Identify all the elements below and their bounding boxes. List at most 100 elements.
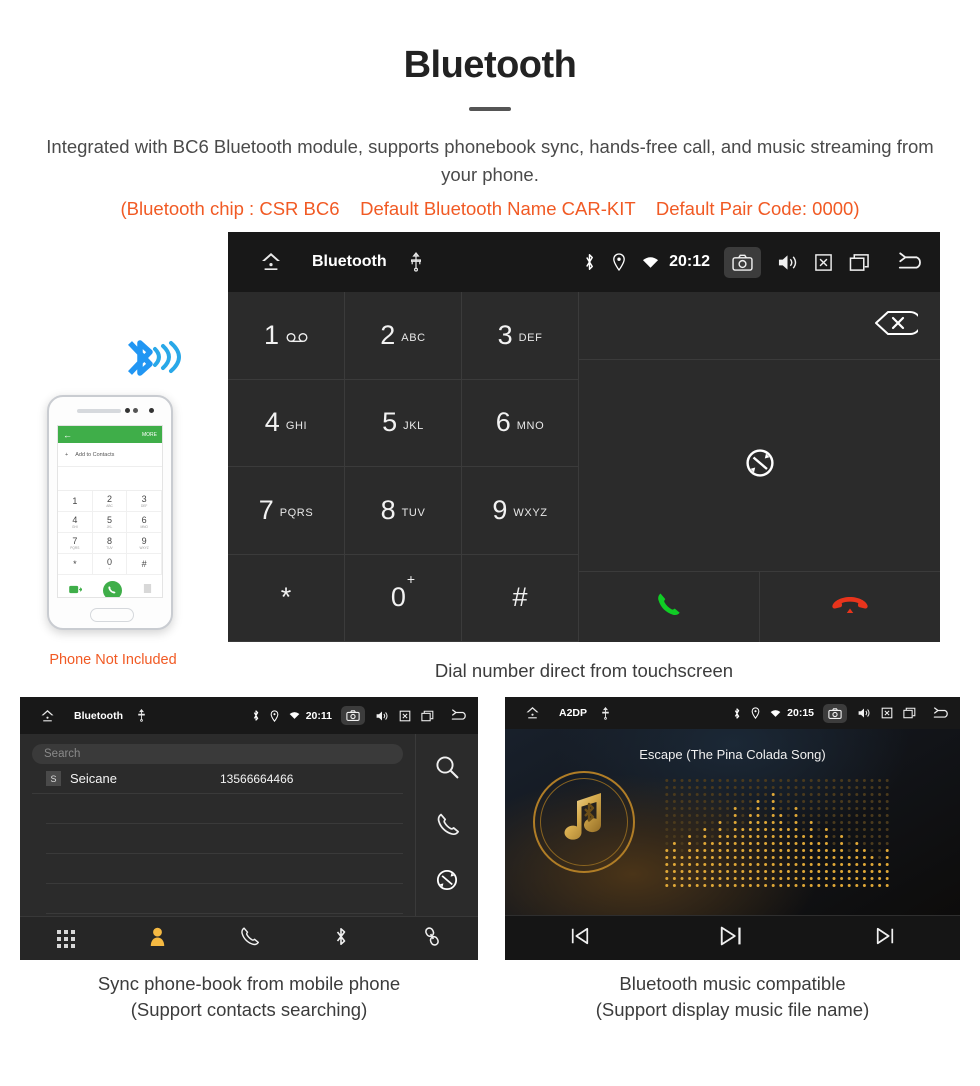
back-icon[interactable] [896,252,926,272]
key-4[interactable]: 4 GHI [228,379,345,467]
key-digit: # [512,582,528,613]
hangup-button[interactable] [760,572,941,642]
phone-key-digit: 0 [106,556,112,567]
close-icon[interactable] [881,707,893,719]
key-6[interactable]: 6 MNO [462,379,579,467]
key-digit: 0 [390,582,406,613]
nav-call-log[interactable] [203,926,295,951]
dial-number-display[interactable] [579,292,940,360]
key-hash[interactable]: # [462,554,579,642]
bluetooth-music-note-icon [564,793,602,840]
home-icon[interactable] [258,250,284,274]
call-button[interactable] [579,572,760,642]
location-icon [751,707,760,719]
next-icon[interactable] [874,926,896,951]
phone-key-letters: JKL [106,524,113,529]
dialer-body: 1 2 ABC 3 DEF 4 GHI 5 JKL 6 MNO 7 PQRS 8… [228,292,940,642]
wifi-icon [770,709,781,718]
key-letters: ABC [401,332,426,345]
phone-key: 5 JKL [92,512,128,533]
phone-screen: ← MORE + Add to Contacts 1 2 ABC 3 DEF 4 GH… [57,425,163,598]
key-digit: 2 [380,319,396,350]
caption-phonebook-line2: (Support contacts searching) [130,999,368,1020]
volume-icon[interactable] [375,710,389,722]
phone-back-icon: ← [63,429,72,440]
key-digit: * [280,582,292,613]
key-digit: 3 [497,319,513,350]
nav-contacts[interactable] [112,926,204,952]
recents-icon[interactable] [903,707,916,719]
phone-backspace-icon [143,581,152,597]
key-0[interactable]: 0 + [345,554,462,642]
camera-icon[interactable] [724,246,761,278]
music-clock: 20:15 [787,707,814,719]
home-icon[interactable] [524,705,541,721]
music-statusbar: A2DP 20:15 [505,697,960,729]
recents-icon[interactable] [849,253,870,272]
key-3[interactable]: 3 DEF [462,292,579,380]
dial-right-column [579,292,940,642]
camera-icon[interactable] [823,703,847,723]
key-digit: 4 [264,407,280,438]
phonebook-clock: 20:11 [305,709,332,722]
dialer-clock: 20:12 [669,253,710,270]
key-5[interactable]: 5 JKL [345,379,462,467]
call-icon[interactable] [435,812,459,841]
contact-row[interactable]: S Seicane 13566664466 [32,764,403,794]
phone-key-letters: GHI [71,524,78,529]
page-root: Bluetooth Integrated with BC6 Bluetooth … [0,0,980,1086]
nav-link[interactable] [386,926,478,952]
nav-keypad[interactable] [20,929,112,948]
key-7[interactable]: 7 PQRS [228,467,345,555]
music-body: Escape (The Pina Colada Song) [505,729,960,915]
phone-key: 7 PQRS [58,533,93,554]
bluetooth-icon [583,252,596,272]
volume-icon[interactable] [857,707,871,719]
phonebook-screen: Bluetooth 20:11 Search S Seicane 1356666… [20,697,478,960]
key-8[interactable]: 8 TUV [345,467,462,555]
phone-key: * [58,554,93,575]
phone-number-field [58,467,162,491]
music-controls [505,915,960,960]
sync-icon[interactable] [744,447,776,484]
contact-row-empty [46,824,403,854]
key-1[interactable]: 1 [228,292,345,380]
key-star[interactable]: * [228,554,345,642]
sync-icon[interactable] [435,868,459,897]
search-input[interactable]: Search [32,744,403,764]
keypad-icon [56,929,75,948]
contact-number: 13566664466 [220,771,294,786]
back-icon[interactable] [450,709,469,722]
phone-key-digit: 5 [106,514,112,525]
recents-icon[interactable] [421,710,434,722]
key-digit: 6 [495,407,511,438]
phone-key-digit: 8 [106,535,112,546]
close-icon[interactable] [399,710,411,722]
phone-key-letters: DEF [140,503,148,508]
backspace-icon[interactable] [874,310,922,341]
wifi-icon [642,256,659,269]
nav-bluetooth[interactable] [295,926,387,952]
key-2[interactable]: 2 ABC [345,292,462,380]
key-9[interactable]: 9 WXYZ [462,467,579,555]
previous-icon[interactable] [569,926,591,951]
play-pause-icon[interactable] [718,925,746,952]
phone-key-letters: WXYZ [139,545,149,550]
phone-speaker [77,409,121,413]
home-icon[interactable] [39,708,56,724]
key-letters: MNO [516,419,545,432]
phone-not-included-label: Phone Not Included [49,652,177,668]
camera-icon[interactable] [341,706,365,725]
voicemail-icon [286,322,308,348]
search-icon[interactable] [434,754,460,785]
phone-key-letters: PQRS [70,545,80,550]
bluetooth-icon [733,707,741,720]
key-digit: 5 [382,407,398,438]
phone-key-digit: 3 [141,493,147,504]
dialer-statusbar: Bluetooth 20:12 [228,232,940,292]
phone-key: 2 ABC [92,491,128,512]
back-icon[interactable] [932,706,951,720]
volume-icon[interactable] [777,253,798,272]
close-icon[interactable] [814,253,833,272]
phone-mockup: ← MORE + Add to Contacts 1 2 ABC 3 DEF 4 GH… [47,395,173,630]
